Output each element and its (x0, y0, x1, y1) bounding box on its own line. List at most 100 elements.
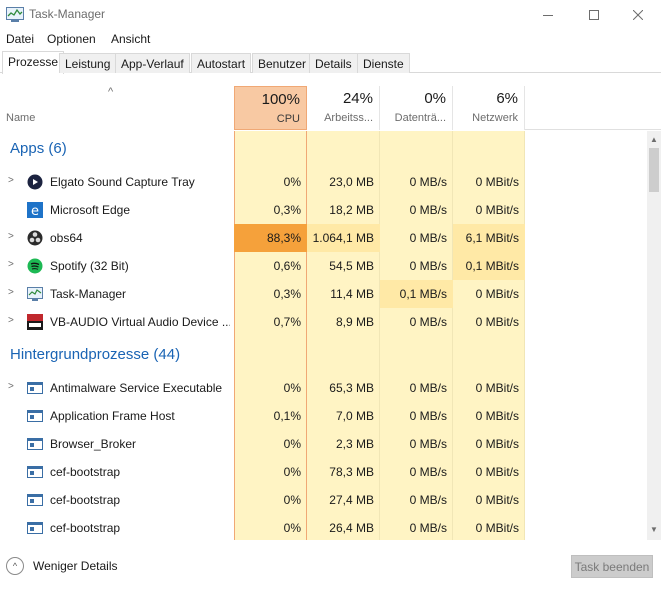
expand-chevron-icon[interactable]: > (8, 175, 14, 186)
memory-total-percent: 24% (342, 90, 373, 107)
process-name: Task-Manager (50, 287, 127, 301)
process-row-spotify[interactable]: > Spotify (32 Bit) 0,6% 54,5 MB 0 MB/s 0… (0, 252, 647, 280)
memory-value: 26,4 MB (329, 521, 374, 535)
disk-value: 0 MB/s (409, 203, 447, 217)
process-name: Application Frame Host (50, 409, 175, 423)
menu-datei[interactable]: Datei (6, 32, 34, 46)
network-value: 0 MBit/s (475, 315, 519, 329)
process-row-edge[interactable]: e Microsoft Edge 0,3% 18,2 MB 0 MB/s 0 M… (0, 196, 647, 224)
memory-value: 23,0 MB (329, 175, 374, 189)
process-icon (27, 494, 43, 506)
process-row-cef-bootstrap[interactable]: cef-bootstrap 0% 78,3 MB 0 MB/s 0 MBit/s (0, 458, 647, 486)
process-row-application-frame-host[interactable]: Application Frame Host 0,1% 7,0 MB 0 MB/… (0, 402, 647, 430)
disk-value: 0 MB/s (409, 315, 447, 329)
menu-optionen[interactable]: Optionen (47, 32, 96, 46)
memory-value: 7,0 MB (335, 409, 374, 423)
cpu-value: 0% (283, 175, 301, 189)
process-row-browser-broker[interactable]: Browser_Broker 0% 2,3 MB 0 MB/s 0 MBit/s (0, 430, 647, 458)
tab-strip: Prozesse Leistung App-Verlauf Autostart … (0, 51, 661, 74)
process-name: Elgato Sound Capture Tray (50, 175, 195, 189)
process-name: Spotify (32 Bit) (50, 259, 129, 273)
process-row-cef-bootstrap[interactable]: cef-bootstrap 0% 27,4 MB 0 MB/s 0 MBit/s (0, 486, 647, 514)
memory-value: 2,3 MB (335, 437, 374, 451)
disk-value: 0 MB/s (409, 409, 447, 423)
group-title: Hintergrundprozesse (44) (10, 346, 181, 363)
network-value: 0 MBit/s (475, 203, 519, 217)
tab-dienste[interactable]: Dienste (357, 53, 410, 73)
disk-value: 0 MB/s (409, 493, 447, 507)
process-name: cef-bootstrap (50, 465, 121, 479)
process-icon (27, 522, 43, 534)
memory-value: 54,5 MB (329, 259, 374, 273)
scroll-up-icon[interactable]: ▲ (650, 135, 658, 144)
cpu-value: 0% (283, 493, 301, 507)
task-manager-icon (27, 287, 43, 301)
column-header: ^ Name 100% CPU 24% Arbeitss... 0% Daten… (0, 86, 661, 130)
disk-value: 0 MB/s (409, 175, 447, 189)
disk-column-header[interactable]: 0% Datenträ... (380, 86, 453, 130)
network-value: 0 MBit/s (475, 175, 519, 189)
process-row-obs64[interactable]: > obs64 88,3% 1.064,1 MB 0 MB/s 6,1 MBit… (0, 224, 647, 252)
task-manager-icon (6, 7, 24, 22)
footer: ^ Weniger Details Task beenden (0, 541, 661, 589)
minimize-button[interactable] (525, 0, 571, 30)
network-total-percent: 6% (496, 90, 518, 107)
tab-prozesse[interactable]: Prozesse (2, 51, 65, 74)
tab-leistung[interactable]: Leistung (59, 53, 117, 73)
tab-autostart[interactable]: Autostart (191, 53, 252, 73)
process-row-task-manager[interactable]: > Task-Manager 0,3% 11,4 MB 0,1 MB/s 0 M… (0, 280, 647, 308)
memory-column-header[interactable]: 24% Arbeitss... (307, 86, 380, 130)
network-value: 0 MBit/s (475, 381, 519, 395)
cpu-value: 0,6% (273, 259, 301, 273)
scroll-down-icon[interactable]: ▼ (650, 525, 658, 534)
tab-details[interactable]: Details (309, 53, 358, 73)
group-background-processes[interactable]: Hintergrundprozesse (44) (0, 337, 647, 373)
cpu-value: 0% (283, 521, 301, 535)
cpu-column-header[interactable]: 100% CPU (234, 86, 307, 130)
tab-benutzer[interactable]: Benutzer (252, 53, 313, 73)
expand-chevron-icon[interactable]: > (8, 381, 14, 392)
name-column-header[interactable]: ^ Name (0, 86, 234, 130)
cpu-value: 88,3% (234, 224, 307, 252)
close-button[interactable] (615, 0, 661, 30)
chevron-up-icon: ^ (6, 557, 24, 575)
cpu-value: 0% (283, 465, 301, 479)
process-row-antimalware[interactable]: > Antimalware Service Executable 0% 65,3… (0, 374, 647, 402)
expand-chevron-icon[interactable]: > (8, 231, 14, 242)
less-details-button[interactable]: ^ Weniger Details (6, 556, 117, 576)
network-value: 0 MBit/s (475, 493, 519, 507)
memory-column-label: Arbeitss... (324, 112, 373, 124)
expand-chevron-icon[interactable]: > (8, 287, 14, 298)
memory-value: 18,2 MB (329, 203, 374, 217)
disk-column-label: Datenträ... (394, 112, 446, 124)
menu-ansicht[interactable]: Ansicht (111, 32, 150, 46)
disk-total-percent: 0% (424, 90, 446, 107)
network-value: 0 MBit/s (475, 465, 519, 479)
expand-chevron-icon[interactable]: > (8, 315, 14, 326)
expand-chevron-icon[interactable]: > (8, 259, 14, 270)
process-name: Browser_Broker (50, 437, 137, 451)
spotify-icon (27, 258, 43, 274)
edge-icon: e (27, 202, 43, 218)
scrollbar-thumb[interactable] (649, 148, 659, 192)
window-title: Task-Manager (29, 7, 106, 21)
maximize-button[interactable] (571, 0, 617, 30)
vb-audio-icon (27, 314, 43, 330)
memory-value: 27,4 MB (329, 493, 374, 507)
tab-app-verlauf[interactable]: App-Verlauf (115, 53, 190, 73)
process-row-vb-audio[interactable]: > VB-AUDIO Virtual Audio Device ... 0,7%… (0, 308, 647, 336)
less-details-label: Weniger Details (33, 559, 118, 573)
cpu-value: 0,3% (273, 203, 301, 217)
disk-value: 0 MB/s (409, 231, 447, 245)
process-row-elgato[interactable]: > Elgato Sound Capture Tray 0% 23,0 MB 0… (0, 168, 647, 196)
process-row-cef-bootstrap[interactable]: cef-bootstrap 0% 26,4 MB 0 MB/s 0 MBit/s (0, 514, 647, 540)
group-apps[interactable]: Apps (6) (0, 131, 647, 167)
end-task-button[interactable]: Task beenden (571, 555, 653, 578)
vertical-scrollbar[interactable]: ▲ ▼ (647, 131, 661, 540)
process-name: cef-bootstrap (50, 493, 121, 507)
network-column-header[interactable]: 6% Netzwerk (453, 86, 525, 130)
network-column-label: Netzwerk (472, 112, 518, 124)
cpu-total-percent: 100% (261, 91, 300, 108)
elgato-icon (27, 174, 43, 190)
cpu-value: 0% (283, 381, 301, 395)
